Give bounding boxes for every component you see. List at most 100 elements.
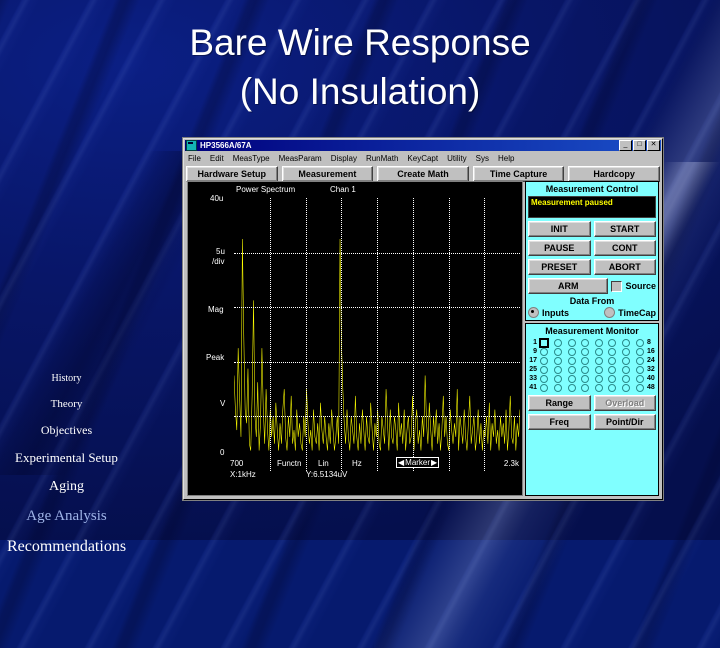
menu-meastype[interactable]: MeasType [233, 154, 270, 163]
monitor-channel-33[interactable] [540, 374, 549, 383]
monitor-channel-46[interactable] [608, 383, 617, 392]
sidebar-item-recommendations[interactable]: Recommendations [0, 531, 133, 562]
channel-monitor-grid[interactable]: 1 8 9 16 17 24 25 32 33 40 41 48 [528, 338, 656, 392]
monitor-channel-9[interactable] [540, 347, 549, 356]
sidebar-item-age-analysis[interactable]: Age Analysis [0, 501, 133, 531]
monitor-channel-35[interactable] [567, 374, 576, 383]
sidebar-item-experimental-setup[interactable]: Experimental Setup [0, 444, 133, 472]
toolbar-button-hardware-setup[interactable]: Hardware Setup [186, 166, 278, 182]
monitor-row-label-start: 41 [529, 384, 537, 391]
monitor-channel-47[interactable] [622, 383, 631, 392]
monitor-channel-13[interactable] [594, 347, 603, 356]
marker-next-icon[interactable]: ▶ [431, 458, 437, 467]
menu-display[interactable]: Display [331, 154, 357, 163]
monitor-channel-5[interactable] [594, 338, 603, 347]
y-axis-div-value: 5u [216, 247, 225, 256]
spectrum-plot-pane[interactable]: Power Spectrum Chan 1 40u 5u /div Mag Pe… [187, 181, 523, 496]
monitor-channel-22[interactable] [608, 356, 617, 365]
data-from-label: Data From [569, 296, 615, 306]
toolbar-button-time-capture[interactable]: Time Capture [472, 166, 565, 182]
toolbar-button-measurement[interactable]: Measurement [281, 166, 374, 182]
spectrum-graph[interactable] [234, 198, 520, 471]
button-point-dir[interactable]: Point/Dir [593, 414, 656, 430]
monitor-channel-3[interactable] [567, 338, 576, 347]
sidebar-item-objectives[interactable]: Objectives [0, 417, 133, 444]
monitor-channel-16[interactable] [635, 347, 644, 356]
monitor-channel-42[interactable] [553, 383, 562, 392]
monitor-channel-6[interactable] [608, 338, 617, 347]
monitor-channel-38[interactable] [608, 374, 617, 383]
arm-button[interactable]: ARM [528, 278, 609, 294]
button-cont[interactable]: CONT [593, 240, 656, 256]
monitor-channel-29[interactable] [594, 365, 603, 374]
monitor-channel-34[interactable] [553, 374, 562, 383]
monitor-channel-23[interactable] [622, 356, 631, 365]
source-checkbox[interactable] [611, 280, 623, 292]
menu-utility[interactable]: Utility [447, 154, 467, 163]
monitor-channel-2[interactable] [553, 338, 562, 347]
radio-dot-inputs[interactable] [528, 307, 539, 318]
menu-measparam[interactable]: MeasParam [279, 154, 322, 163]
monitor-channel-7[interactable] [622, 338, 631, 347]
sidebar-item-aging[interactable]: Aging [0, 472, 133, 501]
menu-help[interactable]: Help [498, 154, 514, 163]
button-init[interactable]: INIT [528, 221, 591, 237]
monitor-channel-31[interactable] [622, 365, 631, 374]
monitor-channel-15[interactable] [622, 347, 631, 356]
close-button[interactable]: ✕ [647, 140, 660, 151]
monitor-channel-14[interactable] [608, 347, 617, 356]
toolbar-button-hardcopy[interactable]: Hardcopy [568, 166, 660, 182]
monitor-channel-19[interactable] [567, 356, 576, 365]
monitor-channel-18[interactable] [553, 356, 562, 365]
monitor-row: 18 [528, 338, 656, 347]
monitor-channel-40[interactable] [635, 374, 644, 383]
data-from-timecap-radio[interactable]: TimeCap [604, 307, 656, 318]
monitor-channel-36[interactable] [581, 374, 590, 383]
minimize-button[interactable]: _ [619, 140, 632, 151]
monitor-channel-8[interactable] [635, 338, 644, 347]
monitor-channel-28[interactable] [581, 365, 590, 374]
marker-prev-icon[interactable]: ◀ [398, 458, 404, 467]
monitor-channel-25[interactable] [540, 365, 549, 374]
maximize-button[interactable]: □ [633, 140, 646, 151]
monitor-channel-27[interactable] [567, 365, 576, 374]
monitor-channel-12[interactable] [581, 347, 590, 356]
monitor-channel-11[interactable] [567, 347, 576, 356]
monitor-channel-26[interactable] [553, 365, 562, 374]
monitor-channel-17[interactable] [540, 356, 549, 365]
monitor-channel-41[interactable] [540, 383, 549, 392]
monitor-channel-43[interactable] [567, 383, 576, 392]
menu-sys[interactable]: Sys [476, 154, 489, 163]
monitor-channel-48[interactable] [635, 383, 644, 392]
marker-label: Marker [405, 458, 431, 467]
menu-file[interactable]: File [188, 154, 201, 163]
radio-dot-timecap[interactable] [604, 307, 616, 318]
monitor-channel-24[interactable] [635, 356, 644, 365]
menu-edit[interactable]: Edit [210, 154, 224, 163]
menu-runmath[interactable]: RunMath [366, 154, 398, 163]
button-pause[interactable]: PAUSE [528, 240, 591, 256]
monitor-channel-45[interactable] [594, 383, 603, 392]
button-preset[interactable]: PRESET [528, 259, 591, 275]
monitor-channel-37[interactable] [594, 374, 603, 383]
button-abort[interactable]: ABORT [593, 259, 656, 275]
monitor-channel-1[interactable] [540, 338, 549, 347]
button-range[interactable]: Range [528, 395, 591, 411]
toolbar-button-create-math[interactable]: Create Math [377, 166, 469, 182]
monitor-channel-44[interactable] [581, 383, 590, 392]
monitor-channel-39[interactable] [622, 374, 631, 383]
monitor-channel-21[interactable] [594, 356, 603, 365]
data-from-inputs-radio[interactable]: Inputs [528, 307, 569, 318]
sidebar-item-theory[interactable]: Theory [0, 391, 133, 417]
button-start[interactable]: START [593, 221, 656, 237]
monitor-channel-32[interactable] [635, 365, 644, 374]
button-freq[interactable]: Freq [528, 414, 591, 430]
menu-keycapt[interactable]: KeyCapt [407, 154, 438, 163]
grid-line-horizontal [234, 252, 520, 254]
marker-control[interactable]: ◀ Marker ▶ [396, 457, 440, 468]
monitor-channel-20[interactable] [581, 356, 590, 365]
sidebar-item-history[interactable]: History [0, 366, 133, 391]
monitor-channel-10[interactable] [553, 347, 562, 356]
monitor-channel-30[interactable] [608, 365, 617, 374]
monitor-channel-4[interactable] [581, 338, 590, 347]
